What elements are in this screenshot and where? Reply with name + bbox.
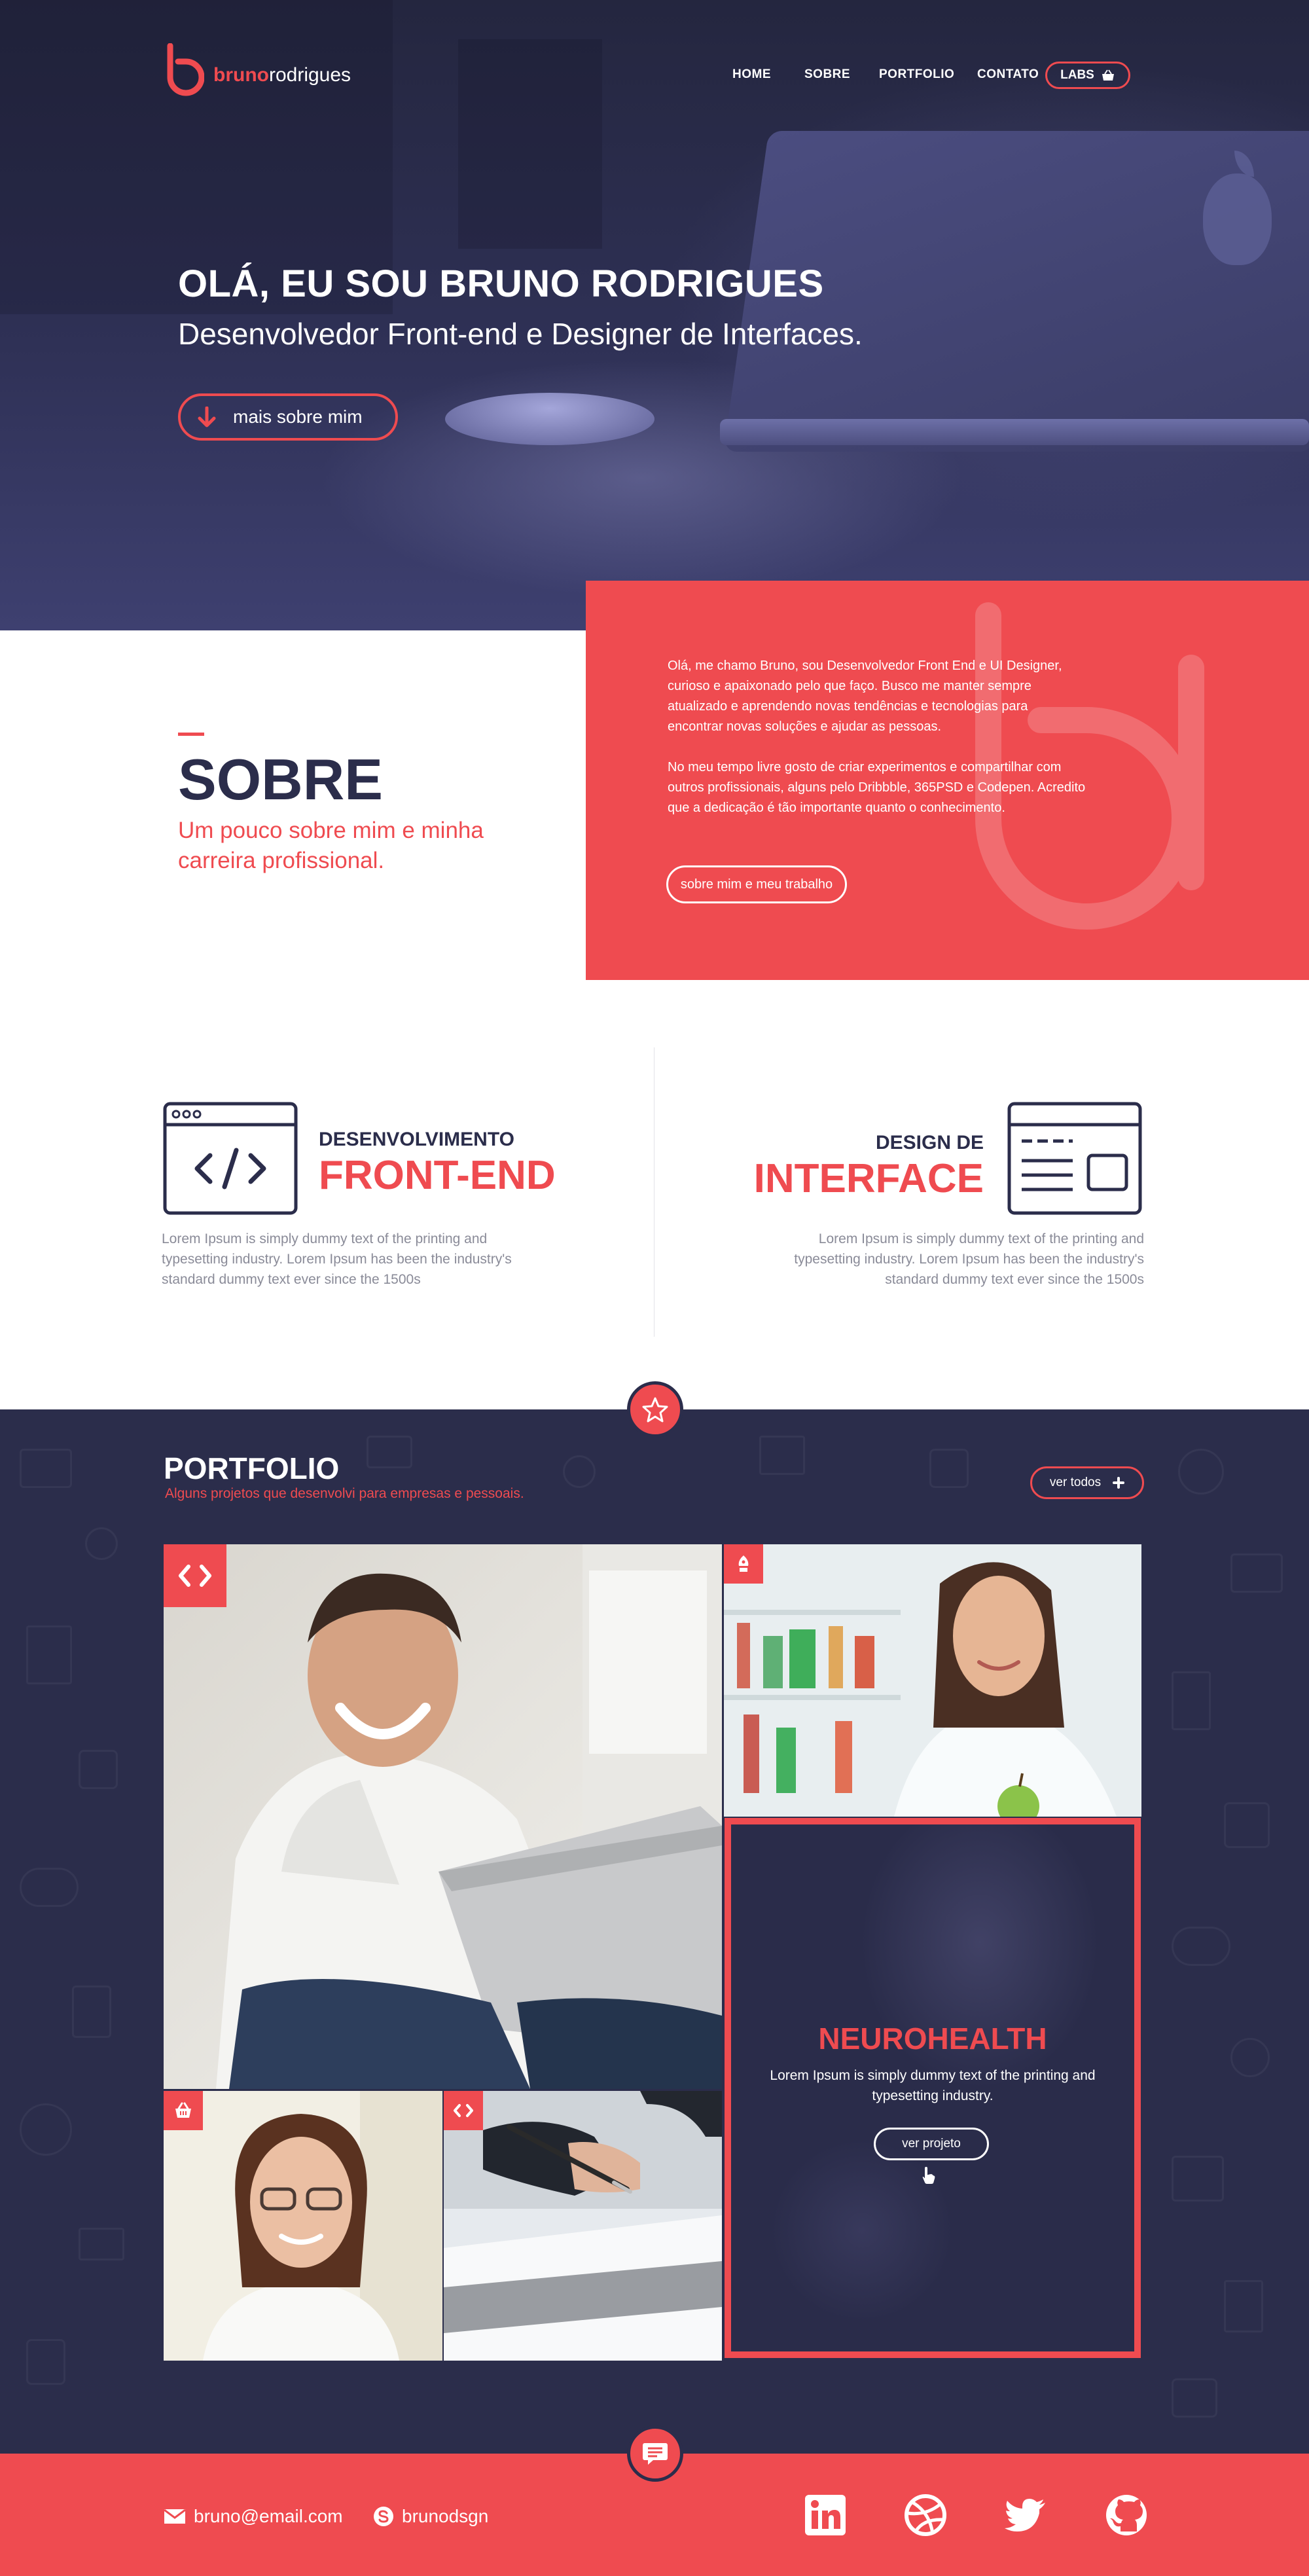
portfolio-tile-2[interactable]	[724, 1544, 1141, 1817]
basket-icon	[1102, 69, 1114, 81]
woman-with-glasses-photo	[164, 2091, 442, 2361]
logo-text[interactable]: brunorodrigues	[213, 64, 351, 86]
nav-sobre[interactable]: SOBRE	[804, 67, 850, 82]
featured-project-title: NEUROHEALTH	[818, 2022, 1047, 2056]
code-window-icon	[163, 1102, 298, 1215]
service-interface-desc: Lorem Ipsum is simply dummy text of the …	[794, 1231, 1144, 1287]
envelope-icon	[164, 2509, 186, 2524]
nav-contato[interactable]: CONTATO	[977, 67, 1039, 82]
about-work-button[interactable]: sobre mim e meu trabalho	[666, 865, 847, 903]
apple-logo-icon	[1203, 151, 1272, 265]
tile-2-badge	[724, 1544, 763, 1584]
man-with-laptop-photo	[164, 1544, 722, 2089]
twitter-icon[interactable]	[1003, 2494, 1047, 2537]
hand-cursor-icon	[921, 2165, 937, 2185]
footer-email[interactable]: bruno@email.com	[164, 2506, 343, 2527]
tile-1-badge	[164, 1544, 226, 1607]
hand-signing-document-photo	[444, 2091, 722, 2361]
sobre-paragraph-2: No meu tempo livre gosto de criar experi…	[668, 760, 1086, 815]
nav-home[interactable]: HOME	[732, 67, 771, 82]
footer-email-text: bruno@email.com	[194, 2506, 343, 2526]
hero-title: OLÁ, EU SOU BRUNO RODRIGUES	[178, 263, 824, 305]
sobre-title: SOBRE	[178, 747, 383, 812]
logo-text-bold: bruno	[213, 64, 269, 86]
code-icon	[179, 1565, 211, 1587]
chat-bubble-icon	[643, 2443, 668, 2465]
portfolio-tile-4[interactable]	[444, 2091, 722, 2361]
logo-text-light: rodrigues	[268, 64, 351, 86]
contact-chat-badge[interactable]	[627, 2425, 683, 2482]
hero-subtitle: Desenvolvedor Front-end e Designer de In…	[178, 317, 863, 351]
linkedin-icon[interactable]	[804, 2494, 847, 2537]
more-about-me-button[interactable]: mais sobre mim	[178, 393, 398, 441]
layout-window-icon	[1007, 1102, 1142, 1215]
service-interface-title: INTERFACE	[753, 1156, 984, 1201]
view-all-button[interactable]: ver todos	[1030, 1466, 1144, 1499]
featured-project-desc: Lorem Ipsum is simply dummy text of the …	[770, 2068, 1096, 2103]
footer-skype[interactable]: brunodsgn	[373, 2506, 488, 2527]
nav-portfolio[interactable]: PORTFOLIO	[879, 67, 954, 82]
github-icon[interactable]	[1105, 2494, 1148, 2537]
more-about-me-label: mais sobre mim	[233, 407, 363, 427]
code-icon	[454, 2104, 473, 2117]
arrow-down-icon	[198, 407, 216, 427]
footer-skype-text: brunodsgn	[402, 2506, 489, 2526]
portfolio-title: PORTFOLIO	[164, 1451, 340, 1485]
pen-icon	[738, 1555, 749, 1572]
sobre-paragraph-1: Olá, me chamo Bruno, sou Desenvolvedor F…	[668, 659, 1062, 734]
b-logo-icon[interactable]	[164, 43, 204, 97]
tile-3-badge	[164, 2091, 203, 2130]
portfolio-star-badge	[627, 1381, 683, 1438]
female-doctor-photo	[724, 1544, 1141, 1817]
service-frontend-small: DESENVOLVIMENTO	[319, 1129, 514, 1150]
view-project-button[interactable]: ver projeto	[874, 2128, 989, 2160]
plus-icon	[1113, 1477, 1125, 1489]
section-dash	[178, 733, 204, 736]
star-icon	[642, 1397, 668, 1423]
featured-project-card[interactable]: NEUROHEALTH Lorem Ipsum is simply dummy …	[725, 1818, 1141, 2358]
tile-4-badge	[444, 2091, 483, 2130]
portfolio-tile-1[interactable]	[164, 1544, 722, 2089]
basket-icon	[175, 2102, 191, 2118]
labs-button-label: LABS	[1060, 68, 1094, 82]
sobre-subtitle: Um pouco sobre mim e minha carreira prof…	[178, 818, 484, 873]
portfolio-tile-3[interactable]	[164, 2091, 442, 2361]
skype-icon	[374, 2507, 393, 2526]
view-all-label: ver todos	[1049, 1476, 1102, 1489]
portfolio-subtitle: Alguns projetos que desenvolvi para empr…	[165, 1486, 524, 1501]
labs-button[interactable]: LABS	[1045, 62, 1130, 89]
service-frontend-title: FRONT-END	[319, 1153, 556, 1198]
dribbble-icon[interactable]	[904, 2494, 947, 2537]
service-interface-small: DESIGN DE	[875, 1132, 984, 1153]
mouse-background-image	[445, 393, 654, 445]
service-frontend-desc: Lorem Ipsum is simply dummy text of the …	[162, 1231, 512, 1287]
